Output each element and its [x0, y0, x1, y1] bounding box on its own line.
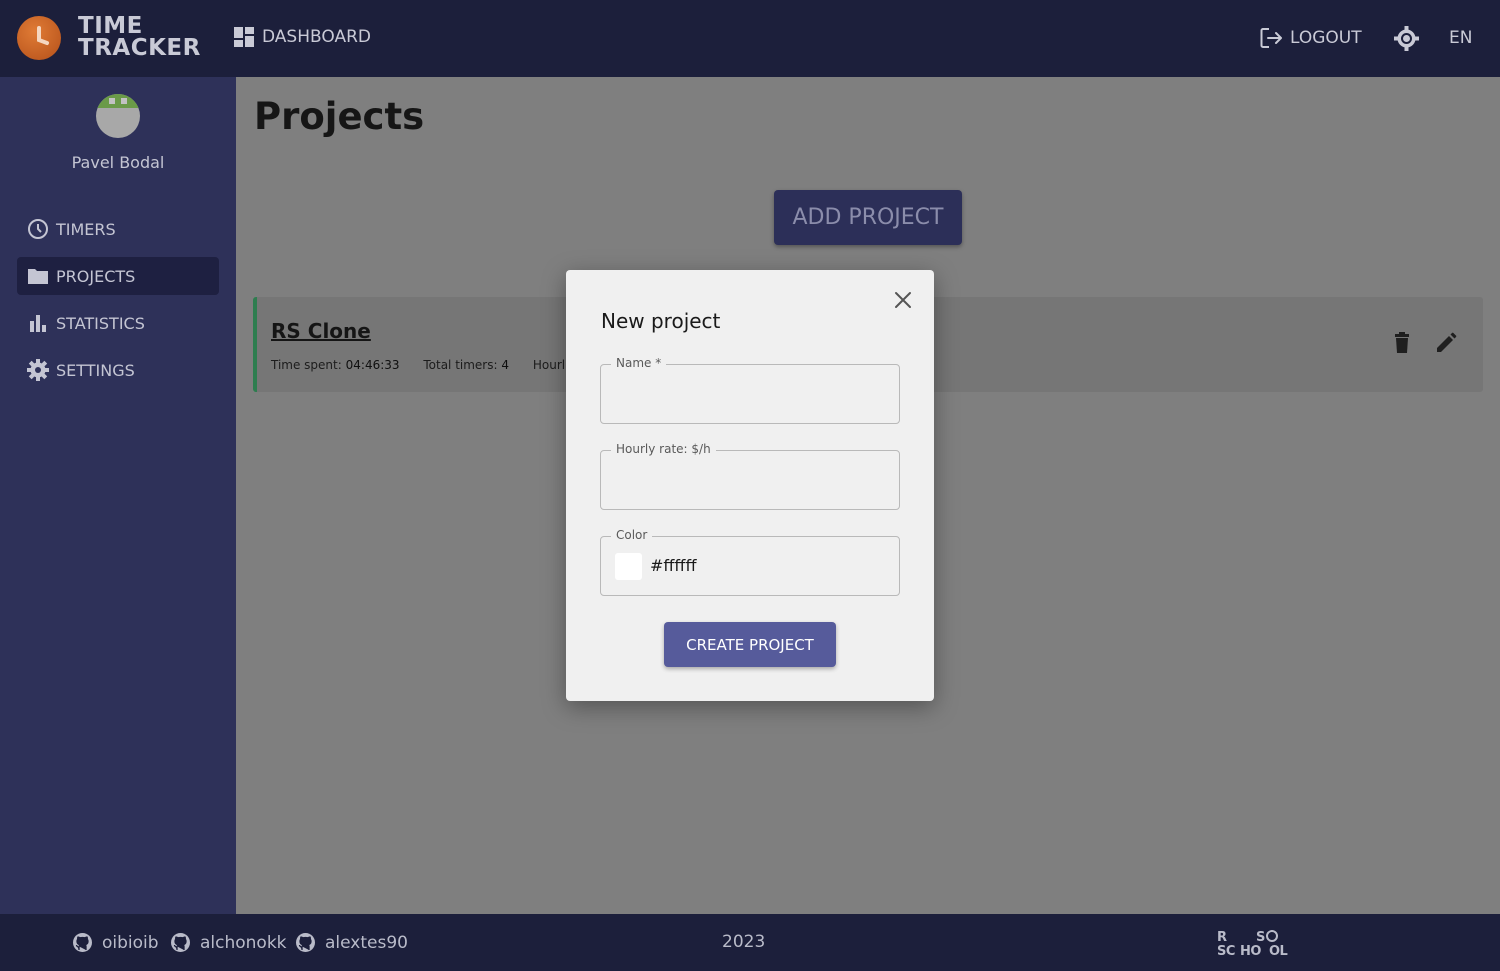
name-field[interactable]: Name *: [600, 356, 900, 424]
svg-text:HO: HO: [1240, 944, 1261, 958]
sidebar-item-statistics[interactable]: STATISTICS: [17, 304, 219, 342]
logout-button[interactable]: LOGOUT: [1260, 27, 1362, 49]
total-timers: Total timers: 4: [423, 358, 510, 372]
time-spent: Time spent: 04:46:33: [271, 358, 400, 372]
color-field[interactable]: Color #ffffff: [600, 528, 900, 596]
edit-icon[interactable]: [1435, 332, 1457, 358]
language-selector[interactable]: EN: [1449, 28, 1472, 48]
sidebar-item-settings[interactable]: SETTINGS: [17, 351, 219, 389]
gear-icon: [27, 359, 49, 381]
add-project-button[interactable]: ADD PROJECT: [774, 190, 962, 245]
app-header: TIME TRACKER DASHBOARD LOGOUT EN: [0, 0, 1500, 77]
project-name-link[interactable]: RS Clone: [271, 319, 371, 343]
color-value: #ffffff: [650, 556, 697, 575]
sidebar-item-label: SETTINGS: [56, 360, 135, 380]
sidebar-item-label: PROJECTS: [56, 266, 136, 286]
dashboard-label: DASHBOARD: [262, 27, 371, 47]
logo-line-1: TIME: [78, 13, 143, 39]
author-name: alextes90: [325, 932, 408, 953]
github-link-alchonokk[interactable]: alchonokk: [170, 932, 287, 953]
theme-toggle-icon[interactable]: [1394, 26, 1419, 55]
sidebar-item-label: TIMERS: [56, 219, 116, 239]
close-icon[interactable]: [894, 291, 912, 313]
hourly-rate-partial: Hourl: [532, 358, 566, 372]
bar-chart-icon: [30, 315, 46, 332]
app-footer: oibioib alchonokk alextes90 2023 R S SC …: [0, 914, 1500, 971]
author-name: oibioib: [102, 932, 159, 953]
author-name: alchonokk: [200, 932, 287, 953]
sidebar-item-timers[interactable]: TIMERS: [17, 210, 219, 248]
svg-text:OL: OL: [1269, 944, 1288, 958]
github-icon: [296, 933, 315, 952]
avatar: [96, 94, 140, 138]
svg-text:S: S: [1256, 930, 1265, 945]
page-title: Projects: [254, 95, 425, 138]
svg-text:R: R: [1217, 930, 1227, 945]
name-field-label: Name *: [611, 356, 667, 370]
new-project-dialog: New project Name * Hourly rate: $/h Colo…: [566, 270, 934, 701]
logo-line-2: TRACKER: [78, 35, 201, 61]
svg-text:SC: SC: [1217, 944, 1235, 958]
logout-icon: [1260, 28, 1282, 48]
folder-icon: [28, 269, 48, 284]
sidebar-item-label: STATISTICS: [56, 313, 145, 333]
hourly-rate-field[interactable]: Hourly rate: $/h: [600, 442, 900, 510]
github-icon: [171, 933, 190, 952]
clock-icon: [28, 219, 48, 239]
github-link-alextes90[interactable]: alextes90: [295, 932, 408, 953]
color-swatch[interactable]: [615, 553, 642, 580]
sidebar-item-projects[interactable]: PROJECTS: [17, 257, 219, 295]
hourly-rate-field-label: Hourly rate: $/h: [611, 442, 716, 456]
app-logo-text[interactable]: TIME TRACKER: [78, 13, 201, 61]
github-icon: [73, 933, 92, 952]
rs-school-logo[interactable]: R S SC HO OL: [1216, 928, 1290, 961]
dashboard-link[interactable]: DASHBOARD: [234, 27, 371, 47]
github-link-oibioib[interactable]: oibioib: [72, 932, 159, 953]
delete-icon[interactable]: [1393, 332, 1411, 358]
copyright-year: 2023: [722, 932, 766, 952]
project-meta: Time spent: 04:46:33 Total timers: 4 Hou…: [271, 358, 585, 372]
create-project-button[interactable]: CREATE PROJECT: [664, 622, 836, 667]
sidebar: Pavel Bodal TIMERS PROJECTS STATISTICS S…: [0, 77, 236, 914]
user-name: Pavel Bodal: [71, 153, 165, 172]
dialog-title: New project: [601, 309, 721, 333]
color-field-label: Color: [611, 528, 653, 542]
clock-logo-icon: [17, 16, 61, 60]
logout-label: LOGOUT: [1290, 28, 1362, 48]
dashboard-icon: [234, 27, 254, 47]
